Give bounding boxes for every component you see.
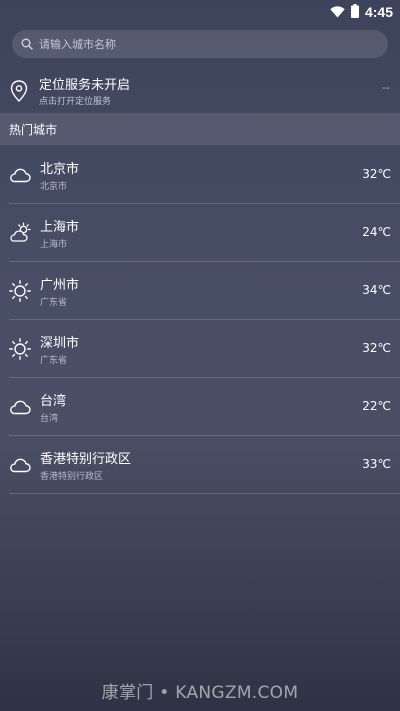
location-pin-icon [10,80,28,106]
location-title: 定位服务未开启 [39,78,131,93]
location-service-row[interactable]: 定位服务未开启 点击打开定位服务 -- [0,66,400,113]
city-temperature: 22℃ [362,399,391,413]
city-name: 上海市 [40,220,80,235]
city-row-shenzhen[interactable]: 深圳市 广东省 32℃ [0,320,400,378]
search-box[interactable] [12,30,388,58]
city-list: 北京市 北京市 32℃ 上海市 上海市 24℃ 广州市 广东省 34℃ 深圳市 … [0,146,400,494]
status-time: 4:45 [364,4,393,20]
city-temperature: 32℃ [362,167,391,181]
city-row-hongkong[interactable]: 香港特别行政区 香港特别行政区 33℃ [0,436,400,494]
wifi-icon [330,3,345,22]
city-temperature: 24℃ [362,225,391,239]
hot-cities-header: 热门城市 [0,113,400,145]
sun-icon [8,337,32,361]
city-region: 上海市 [40,240,68,250]
city-name: 香港特别行政区 [40,452,132,467]
location-subtitle: 点击打开定位服务 [39,97,112,107]
city-row-shanghai[interactable]: 上海市 上海市 24℃ [0,204,400,262]
search-icon [21,35,33,54]
cloud-icon [8,395,32,419]
city-name: 深圳市 [40,336,80,351]
cloud-icon [8,163,32,187]
city-region: 香港特别行政区 [40,472,104,482]
status-icons: 4:45 [330,2,393,22]
city-temperature: 33℃ [362,457,391,471]
search-input[interactable] [39,37,359,51]
city-region: 广东省 [40,298,68,308]
battery-icon [350,3,359,22]
status-bar: 4:45 [0,0,400,24]
partly-cloudy-icon [8,221,32,245]
sun-icon [8,279,32,303]
city-row-taiwan[interactable]: 台湾 台湾 22℃ [0,378,400,436]
city-temperature: 32℃ [362,341,391,355]
city-name: 广州市 [40,278,80,293]
city-region: 北京市 [40,182,68,192]
watermark: 康掌门 • KANGZM.COM [101,683,299,703]
city-row-guangzhou[interactable]: 广州市 广东省 34℃ [0,262,400,320]
city-region: 广东省 [40,356,68,366]
city-name: 北京市 [40,162,80,177]
cloud-icon [8,453,32,477]
city-temperature: 34℃ [362,283,391,297]
location-value: -- [382,81,390,94]
city-region: 台湾 [40,414,59,424]
hot-cities-title: 热门城市 [9,123,58,137]
city-name: 台湾 [40,394,67,409]
city-row-beijing[interactable]: 北京市 北京市 32℃ [0,146,400,204]
